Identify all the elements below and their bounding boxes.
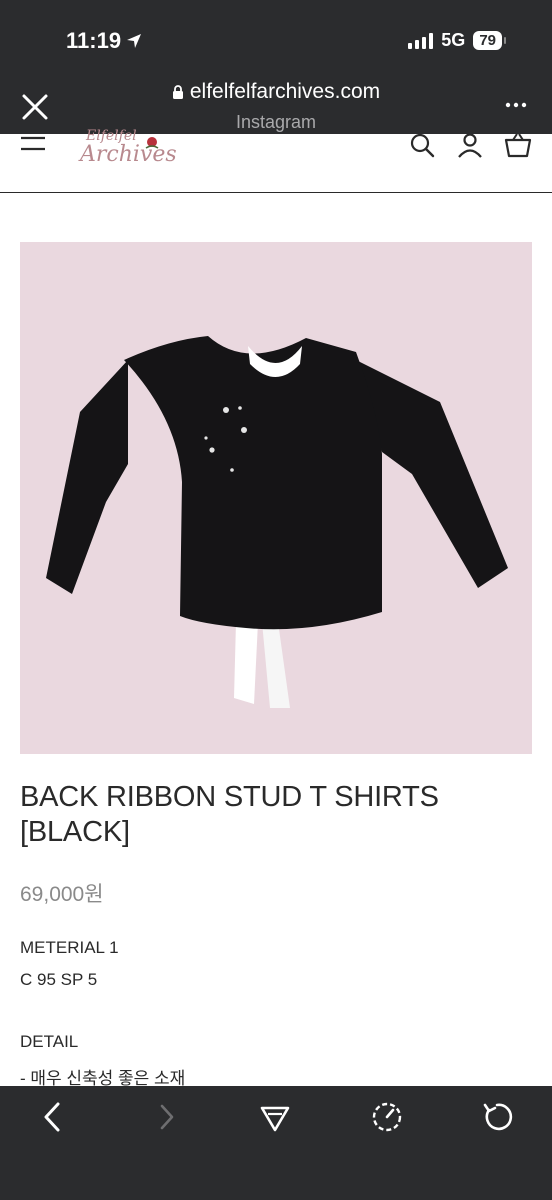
basket-icon[interactable] [504, 134, 532, 158]
search-icon[interactable] [408, 134, 436, 158]
product-price: 69,000원 [20, 883, 104, 906]
network-label: 5G [441, 30, 466, 50]
hamburger-icon[interactable] [20, 134, 46, 154]
product-title-line1: BACK RIBBON STUD T SHIRTS [20, 781, 439, 813]
detail-label: DETAIL [20, 1032, 79, 1051]
material-label: METERIAL 1 [20, 938, 119, 957]
product-title: BACK RIBBON STUD T SHIRTS [BLACK] [20, 780, 520, 850]
material-value: C 95 SP 5 [20, 970, 98, 989]
battery-indicator: 79 [473, 31, 506, 50]
lock-icon [172, 85, 183, 99]
product-title-line2: [BLACK] [20, 816, 130, 848]
product-image[interactable] [20, 242, 532, 754]
rose-icon [145, 137, 159, 149]
send-icon[interactable] [258, 1100, 292, 1134]
browser-toolbar [0, 1086, 552, 1200]
gauge-icon[interactable] [370, 1100, 404, 1134]
browser-header: 11:19 5G 79 elfelfelfarchives.com Instag… [0, 0, 552, 134]
logo-line2: Archives [80, 142, 177, 167]
source-label: Instagram [235, 112, 317, 132]
site-logo[interactable]: Elfelfel Archives [62, 128, 177, 174]
user-icon[interactable] [456, 134, 484, 158]
signal-icon [408, 32, 434, 49]
site-header: Elfelfel Archives [0, 128, 552, 193]
status-indicators: 5G 79 [408, 30, 506, 51]
status-time-text: 11:19 [66, 28, 122, 53]
chevron-left-icon[interactable] [36, 1100, 70, 1134]
url-display[interactable]: elfelfelfarchives.com [0, 80, 552, 104]
more-icon[interactable] [504, 98, 528, 112]
status-time: 11:19 [66, 28, 143, 54]
location-arrow-icon [127, 34, 142, 48]
url-text: elfelfelfarchives.com [189, 80, 381, 103]
chevron-right-icon[interactable] [150, 1100, 184, 1134]
shirt-illustration [20, 242, 532, 754]
reload-icon[interactable] [480, 1100, 514, 1134]
